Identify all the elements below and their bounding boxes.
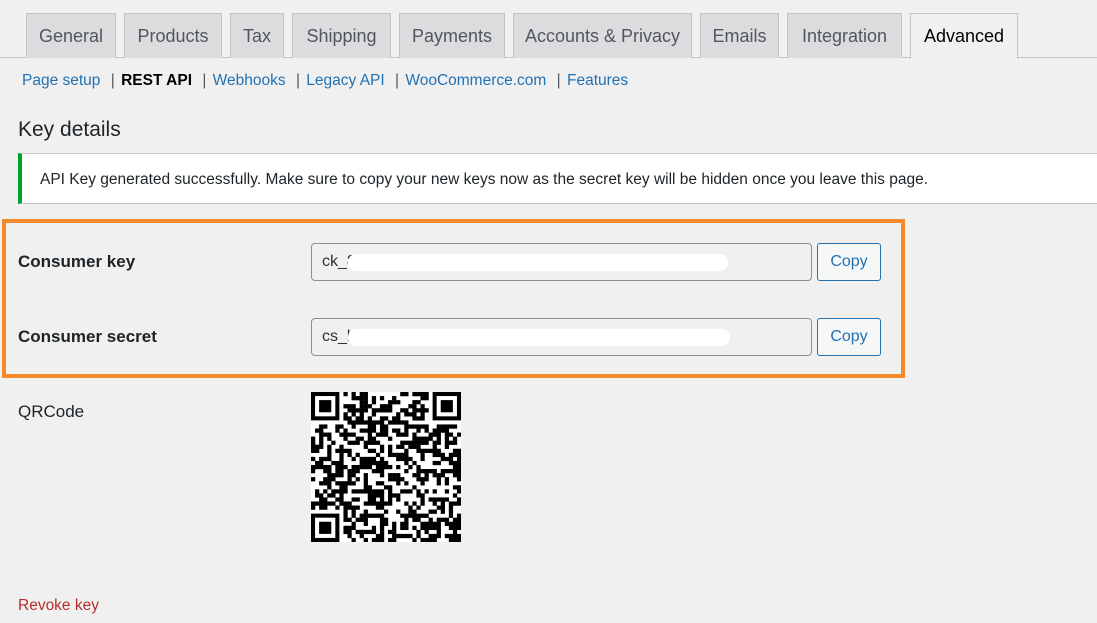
subnav-separator: | bbox=[395, 72, 400, 89]
advanced-subnav: Page setup | REST API | Webhooks | Legac… bbox=[22, 72, 628, 90]
copy-consumer-key-button[interactable]: Copy bbox=[817, 243, 881, 281]
tab-payments[interactable]: Payments bbox=[399, 13, 505, 58]
subnav-separator: | bbox=[295, 72, 300, 89]
qrcode-image bbox=[311, 392, 461, 542]
tab-accounts-privacy[interactable]: Accounts & Privacy bbox=[513, 13, 692, 58]
revoke-key-link[interactable]: Revoke key bbox=[18, 597, 99, 615]
subnav-webhooks[interactable]: Webhooks bbox=[213, 72, 286, 89]
consumer-key-field[interactable]: ck_850 bbox=[311, 243, 812, 281]
subnav-woocommerce-com[interactable]: WooCommerce.com bbox=[405, 72, 546, 89]
qrcode-label: QRCode bbox=[18, 402, 85, 421]
redaction-mark bbox=[348, 254, 728, 271]
success-notice: API Key generated successfully. Make sur… bbox=[18, 153, 1097, 204]
page-title: Key details bbox=[18, 118, 121, 141]
consumer-secret-label: Consumer secret bbox=[18, 327, 157, 346]
tab-integration[interactable]: Integration bbox=[787, 13, 902, 58]
subnav-page-setup[interactable]: Page setup bbox=[22, 72, 100, 89]
consumer-secret-field[interactable]: cs_bfa bbox=[311, 318, 812, 356]
subnav-separator: | bbox=[556, 72, 561, 89]
tab-advanced[interactable]: Advanced bbox=[910, 13, 1018, 59]
tab-shipping[interactable]: Shipping bbox=[292, 13, 391, 58]
redaction-mark bbox=[348, 329, 730, 346]
tab-general[interactable]: General bbox=[26, 13, 116, 58]
tab-tax[interactable]: Tax bbox=[230, 13, 284, 58]
subnav-separator: | bbox=[110, 72, 115, 89]
subnav-features[interactable]: Features bbox=[567, 72, 628, 89]
consumer-key-label: Consumer key bbox=[18, 252, 136, 271]
copy-consumer-secret-button[interactable]: Copy bbox=[817, 318, 881, 356]
subnav-separator: | bbox=[202, 72, 207, 89]
tab-emails[interactable]: Emails bbox=[700, 13, 779, 58]
subnav-rest-api[interactable]: REST API bbox=[121, 72, 192, 89]
settings-tabs: General Products Tax Shipping Payments A… bbox=[0, 0, 1097, 59]
subnav-legacy-api[interactable]: Legacy API bbox=[306, 72, 384, 89]
tab-products[interactable]: Products bbox=[124, 13, 222, 58]
